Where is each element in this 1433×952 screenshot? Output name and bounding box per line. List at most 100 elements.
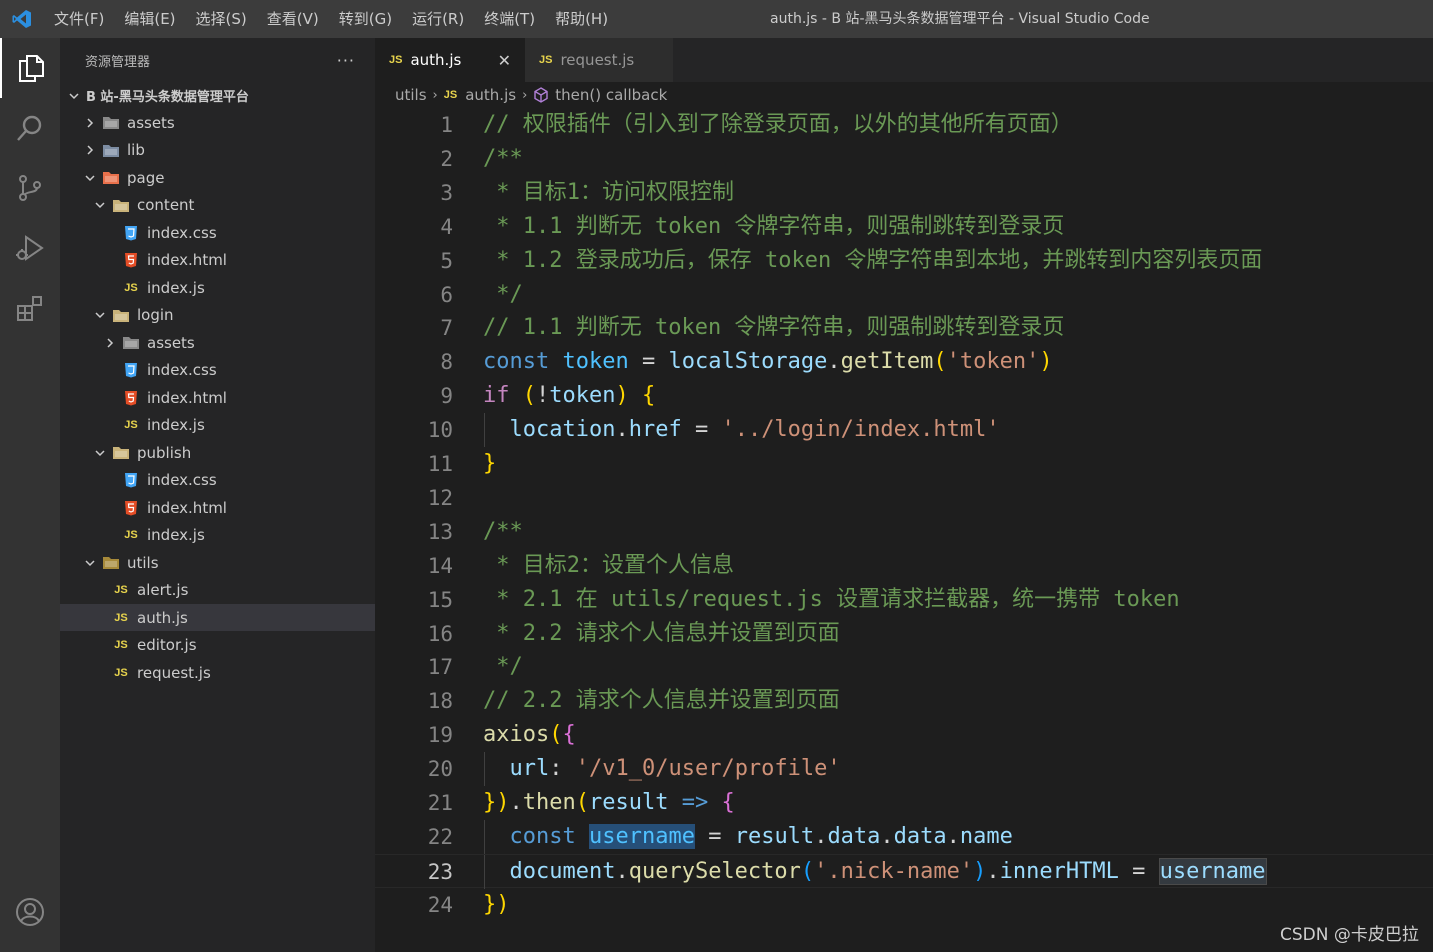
code-line[interactable]: 10 location.href = '../login/index.html': [375, 413, 1433, 448]
folder-item[interactable]: lib: [60, 137, 375, 164]
explorer-title: 资源管理器: [85, 54, 151, 70]
line-number: 10: [427, 418, 453, 443]
code-line[interactable]: 12: [375, 481, 1433, 515]
js-file-icon: JS: [114, 611, 128, 624]
source-control-icon[interactable]: [0, 158, 60, 218]
code-text: // 权限插件（引入到了除登录页面，以外的其他所有页面）: [483, 112, 1073, 137]
code-line[interactable]: 9 if (!token) {: [375, 379, 1433, 413]
code-line[interactable]: 24}): [375, 888, 1433, 922]
html-file-icon: [122, 500, 140, 516]
menu-item[interactable]: 选择(S): [186, 0, 257, 38]
code-text: */: [483, 281, 523, 307]
folder-icon: [112, 445, 130, 461]
menu-bar: 文件(F) 编辑(E) 选择(S) 查看(V) 转到(G) 运行(R) 终端(T) 帮助(H): [44, 0, 618, 38]
code-line[interactable]: 15 * 2.1 在 utils/request.js 设置请求拦截器，统一携带…: [375, 583, 1433, 617]
menu-item[interactable]: 运行(R): [402, 0, 474, 38]
run-debug-icon[interactable]: [0, 218, 60, 278]
code-line[interactable]: 1 // 权限插件（引入到了除登录页面，以外的其他所有页面）: [375, 108, 1433, 142]
code-line[interactable]: 19 axios({: [375, 718, 1433, 752]
code-text: }: [483, 451, 497, 476]
folder-icon: [122, 335, 140, 351]
file-item[interactable]: index.css: [60, 357, 375, 384]
code-line[interactable]: 11}: [375, 447, 1433, 481]
code-line[interactable]: 23 document.querySelector('.nick-name').…: [375, 853, 1433, 889]
code-line[interactable]: 18 // 2.2 请求个人信息并设置到页面: [375, 684, 1433, 718]
code-line[interactable]: 4 * 1.1 判断无 token 令牌字符串，则强制跳转到登录页: [375, 210, 1433, 244]
code-line[interactable]: 20 url: '/v1_0/user/profile': [375, 752, 1433, 787]
code-line[interactable]: 13 /**: [375, 515, 1433, 549]
breadcrumb-symbol[interactable]: then() callback: [555, 86, 667, 104]
code-line[interactable]: 16 * 2.2 请求个人信息并设置到页面: [375, 617, 1433, 651]
file-item[interactable]: JS editor.js: [60, 632, 375, 659]
explorer-icon[interactable]: [0, 38, 60, 98]
folder-item[interactable]: content: [60, 192, 375, 219]
code-line[interactable]: 8 const token = localStorage.getItem('tok…: [375, 345, 1433, 379]
tab-active[interactable]: JS auth.js ✕: [375, 38, 525, 82]
code-editor[interactable]: 1 // 权限插件（引入到了除登录页面，以外的其他所有页面） 2 /** 3 * 目标1…: [375, 108, 1433, 952]
line-number: 8: [440, 350, 453, 375]
chevron-right-icon: ›: [432, 87, 438, 103]
file-item[interactable]: JS index.js: [60, 274, 375, 301]
workspace-root[interactable]: B 站-黑马头条数据管理平台: [60, 82, 375, 109]
code-text: * 1.2 登录成功后，保存 token 令牌字符串到本地，并跳转到内容列表页面: [483, 247, 1263, 273]
code-line[interactable]: 7 // 1.1 判断无 token 令牌字符串，则强制跳转到登录页: [375, 311, 1433, 345]
tree-item-label: lib: [127, 141, 145, 159]
code-text: /**: [483, 518, 523, 544]
file-item[interactable]: JS index.js: [60, 412, 375, 439]
breadcrumb-folder[interactable]: utils: [395, 86, 427, 104]
folder-item[interactable]: utils: [60, 549, 375, 576]
search-icon[interactable]: [0, 98, 60, 158]
tree-item-label: assets: [127, 113, 175, 132]
code-line[interactable]: 22 const username = result.data.data.nam…: [375, 819, 1433, 854]
tree-item-label: publish: [137, 443, 192, 462]
code-line[interactable]: 3 * 目标1：访问权限控制: [375, 176, 1433, 210]
more-actions-button[interactable]: ···: [337, 51, 355, 70]
folder-item[interactable]: assets: [60, 109, 375, 136]
chevron-right-icon: [102, 335, 118, 351]
account-icon[interactable]: [0, 882, 60, 942]
folder-item[interactable]: assets: [60, 329, 375, 356]
file-item[interactable]: JS alert.js: [60, 577, 375, 604]
code-line[interactable]: 21}).then(result => {: [375, 786, 1433, 820]
chevron-down-icon: [92, 445, 108, 461]
file-item[interactable]: JS index.js: [60, 522, 375, 549]
menu-item[interactable]: 查看(V): [257, 0, 329, 38]
menu-item[interactable]: 帮助(H): [545, 0, 618, 38]
code-line[interactable]: 6 */: [375, 278, 1433, 312]
file-item[interactable]: JS auth.js: [60, 604, 375, 631]
menu-item[interactable]: 转到(G): [329, 0, 402, 38]
file-item[interactable]: index.css: [60, 467, 375, 494]
tree-item-label: editor.js: [137, 636, 197, 654]
line-number: 18: [427, 689, 453, 714]
extensions-icon[interactable]: [0, 278, 60, 338]
code-line[interactable]: 2 /**: [375, 142, 1433, 176]
folder-item[interactable]: login: [60, 302, 375, 329]
file-item[interactable]: JS request.js: [60, 659, 375, 686]
line-number: 13: [427, 519, 453, 544]
tree-item-label: index.js: [147, 278, 205, 297]
close-icon[interactable]: ✕: [498, 51, 511, 70]
js-file-icon: JS: [114, 666, 128, 679]
tree-item-label: content: [137, 196, 195, 214]
file-item[interactable]: index.html: [60, 247, 375, 274]
code-text: }).then(result => {: [483, 790, 735, 815]
file-item[interactable]: index.html: [60, 494, 375, 521]
code-line[interactable]: 17 */: [375, 650, 1433, 684]
explorer-header: 资源管理器 ···: [60, 38, 375, 82]
menu-item[interactable]: 文件(F): [44, 0, 114, 38]
chevron-down-icon: [82, 170, 98, 186]
chevron-down-icon: [66, 88, 82, 104]
line-number: 17: [427, 655, 453, 680]
tab[interactable]: JS request.js: [525, 38, 673, 82]
line-number: 7: [440, 316, 453, 341]
breadcrumb-file[interactable]: auth.js: [465, 86, 516, 104]
folder-icon: [112, 307, 130, 323]
folder-item[interactable]: publish: [60, 439, 375, 466]
file-item[interactable]: index.css: [60, 219, 375, 246]
file-item[interactable]: index.html: [60, 384, 375, 411]
folder-item[interactable]: page: [60, 164, 375, 191]
menu-item[interactable]: 终端(T): [474, 0, 545, 38]
code-line[interactable]: 14 * 目标2：设置个人信息: [375, 549, 1433, 583]
code-line[interactable]: 5 * 1.2 登录成功后，保存 token 令牌字符串到本地，并跳转到内容列表…: [375, 244, 1433, 278]
menu-item[interactable]: 编辑(E): [114, 0, 185, 38]
